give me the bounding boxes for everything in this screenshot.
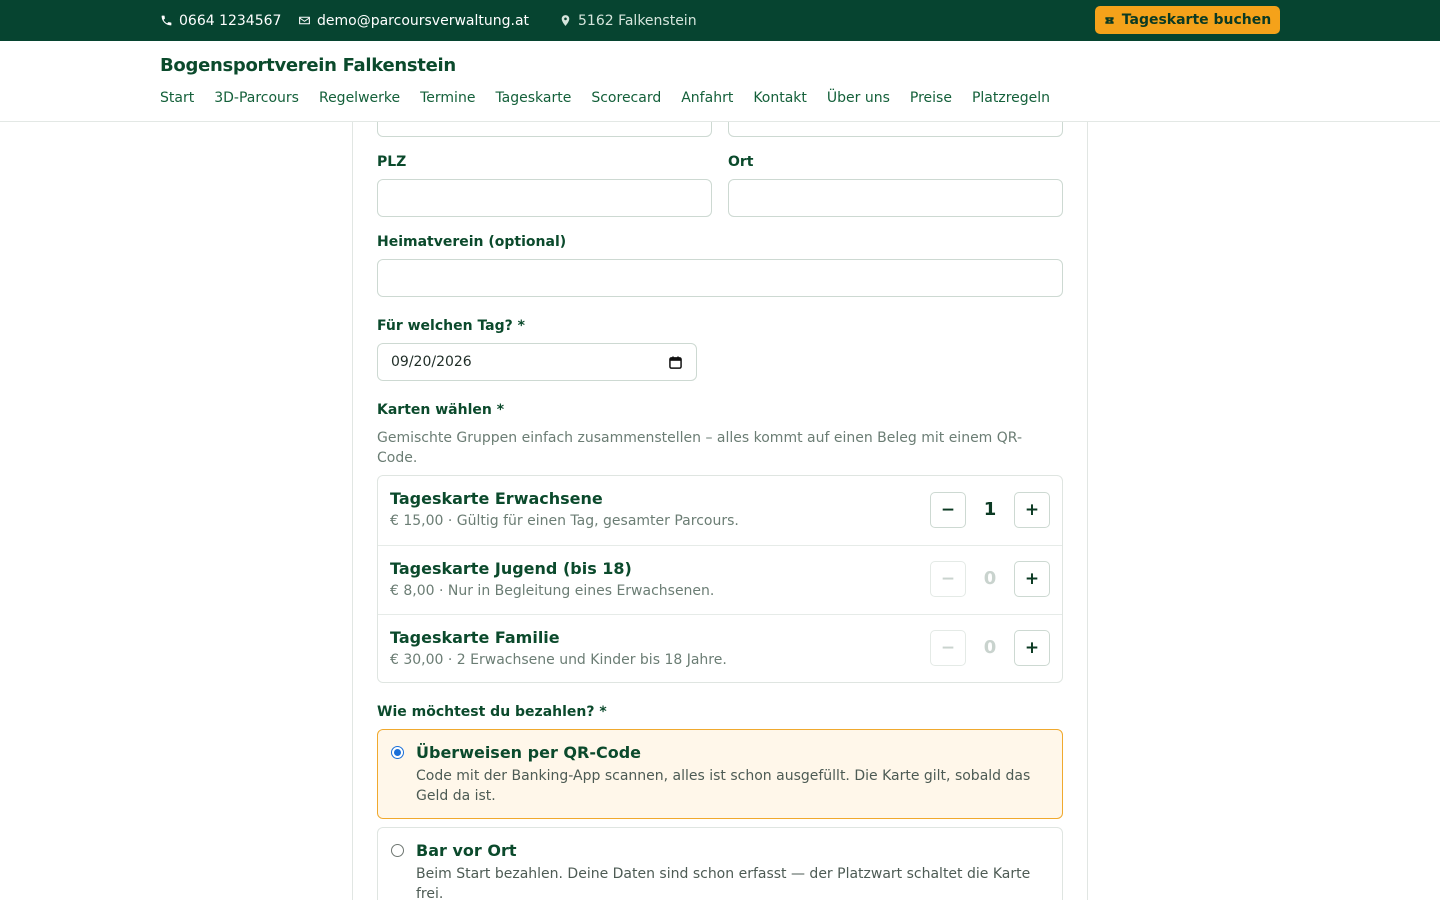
payment-qr-radio[interactable] (391, 746, 404, 759)
decrease-family-button[interactable]: − (930, 630, 966, 666)
ticket-name: Tageskarte Jugend (bis 18) (390, 559, 632, 578)
plz-label: PLZ (377, 154, 407, 170)
payment-option-description: Beim Start bezahlen. Deine Daten sind sc… (416, 866, 1031, 900)
nav-termine[interactable]: Termine (420, 90, 475, 110)
decrease-adult-button[interactable]: − (930, 492, 966, 528)
youth-quantity: 0 (983, 568, 997, 589)
mail-icon (299, 16, 310, 25)
decrease-youth-button[interactable]: − (930, 561, 966, 597)
nav-scorecard[interactable]: Scorecard (591, 90, 661, 110)
book-day-ticket-button[interactable]: Tageskarte buchen (1095, 6, 1280, 34)
email-text: demo@parcoursverwaltung.at (317, 12, 530, 29)
increase-family-button[interactable]: + (1014, 630, 1050, 666)
ticket-description: € 30,00 · 2 Erwachsene und Kinder bis 18… (390, 652, 727, 668)
cards-label: Karten wählen * (377, 402, 505, 418)
payment-label: Wie möchtest du bezahlen? * (377, 704, 607, 720)
ticket-list: Tageskarte Erwachsene € 15,00 · Gültig f… (377, 475, 1063, 683)
ticket-row-youth: Tageskarte Jugend (bis 18) € 8,00 · Nur … (378, 545, 1062, 614)
cards-hint: Gemischte Gruppen einfach zusammenstelle… (377, 430, 1022, 466)
cta-label: Tageskarte buchen (1121, 12, 1272, 28)
nav-preise[interactable]: Preise (910, 90, 952, 110)
nav-regelwerke[interactable]: Regelwerke (319, 90, 400, 110)
day-date-value: 09/20/2026 (391, 354, 472, 370)
payment-option-cash[interactable]: Bar vor Ort Beim Start bezahlen. Deine D… (377, 827, 1063, 900)
payment-option-title: Bar vor Ort (416, 841, 517, 860)
calendar-icon[interactable] (669, 356, 682, 369)
nav-3d-parcours[interactable]: 3D-Parcours (214, 90, 299, 110)
email-contact[interactable]: demo@parcoursverwaltung.at (298, 0, 529, 41)
family-quantity: 0 (983, 637, 997, 658)
ticket-description: € 8,00 · Nur in Begleitung eines Erwachs… (390, 583, 715, 599)
site-title[interactable]: Bogensportverein Falkenstein (160, 55, 456, 76)
phone-contact[interactable]: 0664 1234567 (160, 0, 281, 41)
day-label: Für welchen Tag? * (377, 318, 525, 334)
ticket-row-adult: Tageskarte Erwachsene € 15,00 · Gültig f… (378, 476, 1062, 545)
nav-start[interactable]: Start (160, 90, 194, 110)
increase-adult-button[interactable]: + (1014, 492, 1050, 528)
ticket-name: Tageskarte Erwachsene (390, 489, 603, 508)
ticket-description: € 15,00 · Gültig für einen Tag, gesamter… (390, 513, 739, 529)
adult-quantity: 1 (983, 499, 997, 520)
plz-input[interactable] (377, 179, 712, 217)
phone-icon (161, 15, 172, 26)
payment-cash-radio[interactable] (391, 844, 404, 857)
site-header: Bogensportverein Falkenstein Start 3D-Pa… (0, 41, 1440, 122)
payment-option-title: Überweisen per QR-Code (416, 743, 642, 762)
location-text: 5162 Falkenstein (578, 12, 697, 29)
nav-ueber-uns[interactable]: Über uns (827, 90, 890, 110)
nav-platzregeln[interactable]: Platzregeln (972, 90, 1050, 110)
club-label: Heimatverein (optional) (377, 234, 567, 250)
ort-input[interactable] (728, 179, 1063, 217)
day-date-input[interactable]: 09/20/2026 (377, 343, 697, 381)
payment-option-qr[interactable]: Überweisen per QR-Code Code mit der Bank… (377, 729, 1063, 819)
nav-anfahrt[interactable]: Anfahrt (681, 90, 733, 110)
ort-label: Ort (728, 154, 754, 170)
ticket-row-family: Tageskarte Familie € 30,00 · 2 Erwachsen… (378, 614, 1062, 683)
ticket-name: Tageskarte Familie (390, 628, 560, 647)
phone-text: 0664 1234567 (179, 12, 282, 29)
ticket-icon (1105, 16, 1114, 24)
location-info: 5162 Falkenstein (559, 0, 697, 41)
payment-option-description: Code mit der Banking-App scannen, alles … (416, 768, 1031, 804)
club-input[interactable] (377, 259, 1063, 297)
nav-kontakt[interactable]: Kontakt (753, 90, 807, 110)
main-nav: Start 3D-Parcours Regelwerke Termine Tag… (160, 90, 1070, 110)
increase-youth-button[interactable]: + (1014, 561, 1050, 597)
nav-tageskarte[interactable]: Tageskarte (495, 90, 571, 110)
map-pin-icon (561, 15, 570, 26)
top-bar: 0664 1234567 demo@parcoursverwaltung.at … (0, 0, 1440, 41)
